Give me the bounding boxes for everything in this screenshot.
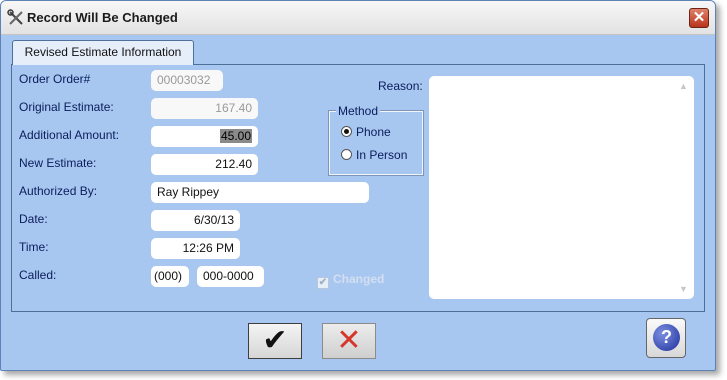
cancel-button[interactable]: ✕ [322,323,376,359]
original-estimate-field: 167.40 [151,98,258,119]
title-bar[interactable]: Record Will Be Changed ✕ [1,1,715,35]
scroll-down-arrow-icon[interactable]: ▼ [679,284,688,294]
area-code-field[interactable]: (000) [151,266,189,287]
date-label: Date: [19,212,48,226]
reason-label: Reason: [378,79,423,93]
tools-icon [7,9,23,25]
method-groupbox [328,110,424,176]
new-estimate-field[interactable]: 212.40 [151,154,258,175]
additional-amount-label: Additional Amount: [19,128,120,142]
tab-revised-estimate[interactable]: Revised Estimate Information [12,40,194,65]
radio-phone-label: Phone [356,125,391,139]
additional-amount-value: 45.00 [219,129,252,143]
authorized-by-field[interactable]: Ray Rippey [151,182,369,203]
checkmark-icon: ✔ [317,277,329,289]
help-button[interactable]: ? [646,318,686,358]
radio-in-person-label: In Person [356,148,408,162]
ok-button[interactable]: ✔ [248,323,302,359]
original-estimate-label: Original Estimate: [19,100,114,114]
help-icon: ? [653,324,680,351]
close-button[interactable]: ✕ [689,8,709,28]
new-estimate-label: New Estimate: [19,156,97,170]
window-title: Record Will Be Changed [27,10,178,25]
time-field[interactable]: 12:26 PM [151,238,240,259]
reason-textarea[interactable] [429,76,694,299]
order-number-label: Order Order# [19,72,91,86]
changed-label: Changed [333,272,385,286]
method-group-title: Method [336,104,381,118]
scroll-up-arrow-icon[interactable]: ▲ [679,81,688,91]
called-label: Called: [19,268,57,282]
authorized-by-label: Authorized By: [19,184,98,198]
radio-phone[interactable]: Phone [341,125,391,139]
time-label: Time: [19,240,49,254]
radio-in-person[interactable]: In Person [341,148,407,162]
dialog-window: Record Will Be Changed ✕ Revised Estimat… [0,0,716,371]
additional-amount-field[interactable]: 45.00 [151,126,258,147]
radio-unselected-icon[interactable] [341,149,352,160]
order-number-field: 00003032 [151,70,223,91]
reason-scrollbar[interactable]: ▲ ▼ [677,79,691,296]
date-field[interactable]: 6/30/13 [151,210,240,231]
phone-number-field[interactable]: 000-0000 [197,266,264,287]
changed-checkbox-row: ✔ Changed [317,272,384,289]
radio-selected-icon[interactable] [341,126,352,137]
